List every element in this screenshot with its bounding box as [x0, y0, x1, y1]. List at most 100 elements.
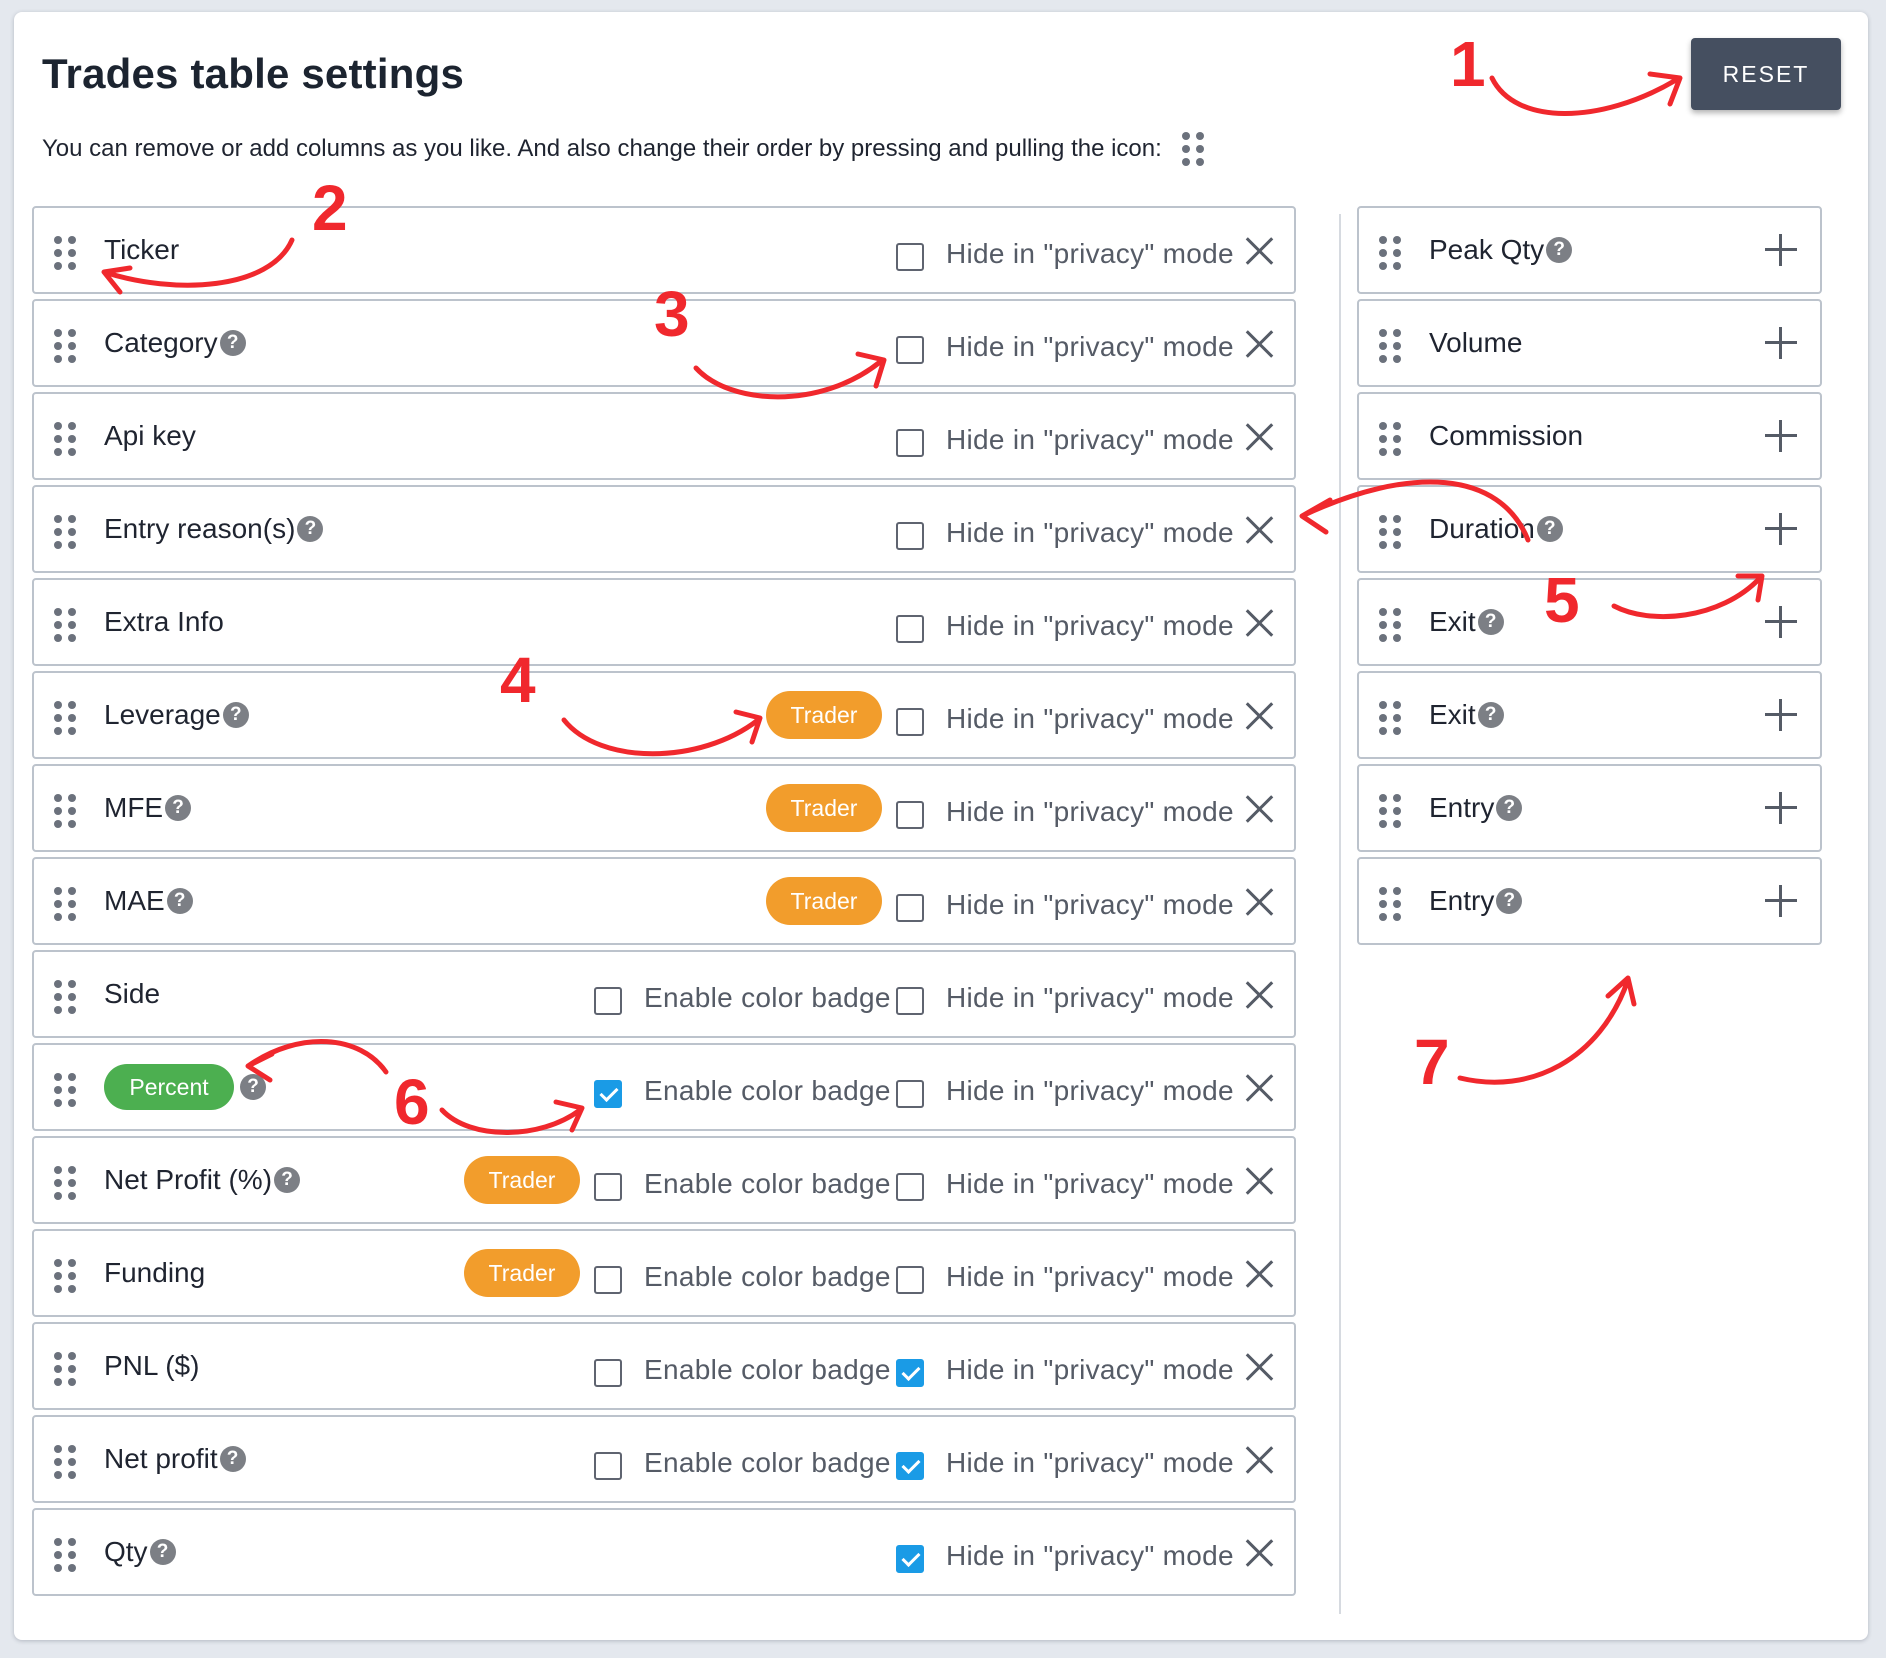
enable-color-badge-checkbox[interactable]	[594, 1452, 622, 1480]
active-column-row-funding: Funding Trader Enable color badge Hide in "…	[32, 1229, 1296, 1317]
drag-handle-icon[interactable]	[54, 608, 76, 642]
drag-handle-icon[interactable]	[54, 1352, 76, 1386]
active-column-row-ticker: Ticker Hide in "privacy" mode	[32, 206, 1296, 294]
remove-column-close-icon[interactable]	[1244, 515, 1274, 545]
enable-color-badge-checkbox[interactable]	[594, 1173, 622, 1201]
help-icon[interactable]: ?	[297, 516, 324, 542]
help-icon[interactable]: ?	[1496, 795, 1523, 821]
privacy-mode-checkbox[interactable]	[896, 987, 924, 1015]
drag-handle-icon[interactable]	[1379, 887, 1401, 921]
remove-column-close-icon[interactable]	[1244, 980, 1274, 1010]
remove-column-close-icon[interactable]	[1244, 1073, 1274, 1103]
add-column-plus-icon[interactable]	[1765, 606, 1797, 638]
remove-column-close-icon[interactable]	[1244, 701, 1274, 731]
drag-handle-icon[interactable]	[1379, 515, 1401, 549]
remove-column-close-icon[interactable]	[1244, 608, 1274, 638]
enable-color-badge-checkbox[interactable]	[594, 987, 622, 1015]
drag-handle-icon[interactable]	[1379, 794, 1401, 828]
column-label-text: Entry	[1429, 792, 1495, 823]
help-icon[interactable]: ?	[165, 795, 192, 821]
drag-handle-icon[interactable]	[54, 1445, 76, 1479]
drag-handle-icon[interactable]	[54, 1166, 76, 1200]
privacy-mode-checkbox[interactable]	[896, 894, 924, 922]
column-label-text: Funding	[104, 1257, 206, 1288]
privacy-mode-checkbox[interactable]	[896, 429, 924, 457]
add-column-plus-icon[interactable]	[1765, 420, 1797, 452]
help-icon[interactable]: ?	[274, 1167, 301, 1193]
drag-handle-icon[interactable]	[1379, 701, 1401, 735]
add-column-plus-icon[interactable]	[1765, 885, 1797, 917]
privacy-mode-checkbox[interactable]	[896, 1080, 924, 1108]
add-column-plus-icon[interactable]	[1765, 327, 1797, 359]
page-subtitle: You can remove or add columns as you lik…	[42, 132, 1204, 166]
remove-column-close-icon[interactable]	[1244, 1259, 1274, 1289]
drag-handle-icon[interactable]	[54, 887, 76, 921]
remove-column-close-icon[interactable]	[1244, 1445, 1274, 1475]
available-columns-list: Peak Qty? Volume Commission Duration? Exit? E…	[1357, 206, 1822, 950]
remove-column-close-icon[interactable]	[1244, 794, 1274, 824]
drag-handle-icon[interactable]	[1379, 422, 1401, 456]
help-icon[interactable]: ?	[222, 702, 249, 728]
remove-column-close-icon[interactable]	[1244, 329, 1274, 359]
drag-handle-icon[interactable]	[54, 794, 76, 828]
column-label-text: MFE	[104, 792, 164, 823]
column-label-text: Extra Info	[104, 606, 224, 637]
add-column-plus-icon[interactable]	[1765, 699, 1797, 731]
help-icon[interactable]: ?	[1477, 609, 1504, 635]
drag-handle-icon[interactable]	[54, 422, 76, 456]
help-icon[interactable]: ?	[1546, 237, 1573, 263]
available-column-row-duration: Duration?	[1357, 485, 1822, 573]
drag-handle-icon[interactable]	[1379, 608, 1401, 642]
drag-handle-icon[interactable]	[1379, 329, 1401, 363]
privacy-mode-label: Hide in "privacy" mode	[946, 1075, 1234, 1106]
remove-column-close-icon[interactable]	[1244, 1352, 1274, 1382]
enable-color-badge-checkbox[interactable]	[594, 1359, 622, 1387]
privacy-mode-checkbox[interactable]	[896, 1359, 924, 1387]
privacy-mode-checkbox[interactable]	[896, 522, 924, 550]
drag-handle-icon[interactable]	[54, 1073, 76, 1107]
privacy-mode-checkbox[interactable]	[896, 1545, 924, 1573]
drag-handle-icon[interactable]	[54, 1259, 76, 1293]
help-icon[interactable]: ?	[1536, 516, 1563, 542]
enable-color-badge-checkbox[interactable]	[594, 1266, 622, 1294]
privacy-mode-label: Hide in "privacy" mode	[946, 238, 1234, 269]
trader-badge: Trader	[766, 691, 882, 739]
privacy-mode-checkbox[interactable]	[896, 1173, 924, 1201]
column-label-text: Net profit	[104, 1443, 218, 1474]
remove-column-close-icon[interactable]	[1244, 887, 1274, 917]
privacy-mode-checkbox[interactable]	[896, 336, 924, 364]
privacy-mode-label: Hide in "privacy" mode	[946, 796, 1234, 827]
privacy-mode-checkbox[interactable]	[896, 708, 924, 736]
privacy-mode-checkbox[interactable]	[896, 615, 924, 643]
drag-handle-icon[interactable]	[54, 1538, 76, 1572]
help-icon[interactable]: ?	[1477, 702, 1504, 728]
remove-column-close-icon[interactable]	[1244, 1538, 1274, 1568]
remove-column-close-icon[interactable]	[1244, 422, 1274, 452]
drag-handle-icon[interactable]	[54, 236, 76, 270]
help-icon[interactable]: ?	[240, 1074, 266, 1100]
privacy-mode-checkbox[interactable]	[896, 243, 924, 271]
column-label-text: Qty	[104, 1536, 148, 1567]
help-icon[interactable]: ?	[1496, 888, 1523, 914]
drag-handle-icon[interactable]	[1379, 236, 1401, 270]
enable-color-badge-checkbox[interactable]	[594, 1080, 622, 1108]
drag-handle-icon[interactable]	[54, 515, 76, 549]
help-icon[interactable]: ?	[219, 1446, 246, 1472]
drag-handle-icon[interactable]	[54, 329, 76, 363]
column-label: Category?	[104, 301, 246, 385]
remove-column-close-icon[interactable]	[1244, 236, 1274, 266]
reset-button[interactable]: RESET	[1691, 38, 1841, 110]
remove-column-close-icon[interactable]	[1244, 1166, 1274, 1196]
drag-handle-icon[interactable]	[54, 980, 76, 1014]
help-icon[interactable]: ?	[149, 1539, 176, 1565]
privacy-mode-checkbox[interactable]	[896, 1452, 924, 1480]
add-column-plus-icon[interactable]	[1765, 234, 1797, 266]
privacy-mode-label: Hide in "privacy" mode	[946, 610, 1234, 641]
add-column-plus-icon[interactable]	[1765, 513, 1797, 545]
privacy-mode-checkbox[interactable]	[896, 801, 924, 829]
drag-handle-icon[interactable]	[54, 701, 76, 735]
privacy-mode-checkbox[interactable]	[896, 1266, 924, 1294]
help-icon[interactable]: ?	[166, 888, 193, 914]
help-icon[interactable]: ?	[219, 330, 246, 356]
add-column-plus-icon[interactable]	[1765, 792, 1797, 824]
